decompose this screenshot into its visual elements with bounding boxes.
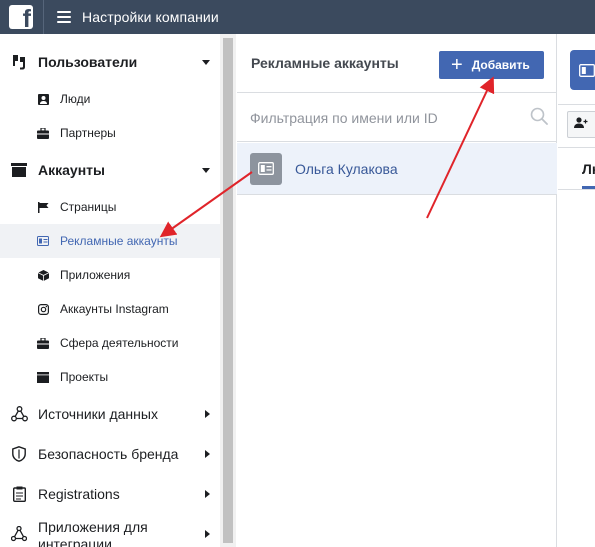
tab-people[interactable]: Лю xyxy=(582,161,595,177)
chevron-right-icon xyxy=(205,490,210,498)
sidebar: Пользователи Люди Партнеры Аккаунты Стра… xyxy=(0,34,220,547)
chevron-right-icon xyxy=(205,410,210,418)
sidebar-item-business-field[interactable]: Сфера деятельности xyxy=(0,326,220,360)
sidebar-item-apps[interactable]: Приложения xyxy=(0,258,220,292)
sidebar-group-label: Registrations xyxy=(38,486,120,502)
sidebar-item-label: Партнеры xyxy=(60,126,116,140)
filter-input[interactable] xyxy=(250,106,520,130)
chevron-down-icon xyxy=(202,167,210,173)
folder-icon xyxy=(9,163,29,177)
sidebar-group-label-line2: интеграции xyxy=(38,535,112,547)
facebook-logo-letter: f xyxy=(22,5,31,30)
shield-icon xyxy=(9,446,29,462)
panel-header: Рекламные аккаунты + Добавить xyxy=(237,34,557,93)
divider xyxy=(558,189,595,190)
add-button[interactable]: + Добавить xyxy=(439,51,544,79)
sidebar-item-label: Приложения xyxy=(60,268,131,282)
sidebar-item-label: Рекламные аккаунты xyxy=(60,234,178,248)
top-bar-divider xyxy=(43,0,44,34)
account-avatar xyxy=(570,50,595,90)
search-icon[interactable] xyxy=(530,107,548,130)
panel-title: Рекламные аккаунты xyxy=(251,55,399,71)
sidebar-item-pages[interactable]: Страницы xyxy=(0,190,220,224)
briefcase-icon xyxy=(37,337,49,349)
top-bar: f Настройки компании xyxy=(0,0,595,34)
sidebar-item-partners[interactable]: Партнеры xyxy=(0,116,220,150)
chevron-right-icon xyxy=(205,530,210,538)
facebook-logo[interactable]: f xyxy=(9,5,33,29)
sidebar-item-label: Проекты xyxy=(60,370,109,384)
divider xyxy=(558,104,595,105)
sidebar-item-instagram[interactable]: Аккаунты Instagram xyxy=(0,292,220,326)
filter-bar xyxy=(237,94,557,142)
briefcase-icon xyxy=(37,127,49,139)
cube-icon xyxy=(37,269,49,281)
sidebar-group-data-sources[interactable]: Источники данных xyxy=(0,394,220,434)
divider xyxy=(558,147,595,148)
person-icon xyxy=(37,93,49,105)
sidebar-section-label: Пользователи xyxy=(38,54,138,70)
sidebar-item-people[interactable]: Люди xyxy=(0,82,220,116)
menu-icon[interactable] xyxy=(57,11,71,23)
instagram-icon xyxy=(37,303,49,315)
assign-people-button[interactable] xyxy=(567,111,595,138)
add-person-icon xyxy=(574,116,588,134)
sidebar-group-label: Безопасность бренда xyxy=(38,446,179,462)
page-title: Настройки компании xyxy=(82,9,219,25)
ad-accounts-panel: Рекламные аккаунты + Добавить Ольга Кула… xyxy=(237,34,557,547)
sidebar-item-label: Страницы xyxy=(60,200,117,214)
clipboard-icon xyxy=(9,486,29,502)
plus-icon: + xyxy=(451,54,463,76)
sidebar-item-ad-accounts[interactable]: Рекламные аккаунты xyxy=(0,224,220,258)
sidebar-group-integration-apps[interactable]: Приложения для интеграции xyxy=(0,514,220,547)
sidebar-group-registrations[interactable]: Registrations xyxy=(0,474,220,514)
ad-account-icon xyxy=(37,236,49,246)
chevron-right-icon xyxy=(205,450,210,458)
sidebar-section-label: Аккаунты xyxy=(38,162,105,178)
sidebar-section-users[interactable]: Пользователи xyxy=(0,42,220,82)
sidebar-item-label: Аккаунты Instagram xyxy=(60,302,169,316)
detail-panel: Лю xyxy=(558,34,595,547)
sidebar-group-label: Источники данных xyxy=(38,406,158,422)
chevron-down-icon xyxy=(202,59,210,65)
sidebar-group-label: Приложения для интеграции xyxy=(38,519,148,547)
sidebar-item-label: Сфера деятельности xyxy=(60,336,179,350)
sidebar-scrollbar-thumb[interactable] xyxy=(223,38,233,543)
ad-account-icon xyxy=(250,152,282,185)
account-row[interactable]: Ольга Кулакова xyxy=(237,143,557,195)
sidebar-group-label-line1: Приложения для xyxy=(38,518,148,535)
flag-icon xyxy=(37,201,49,213)
sidebar-item-projects[interactable]: Проекты xyxy=(0,360,220,394)
users-icon xyxy=(9,54,29,70)
sidebar-section-accounts[interactable]: Аккаунты xyxy=(0,150,220,190)
data-sources-icon xyxy=(9,406,29,422)
sidebar-group-brand-safety[interactable]: Безопасность бренда xyxy=(0,434,220,474)
account-name: Ольга Кулакова xyxy=(295,160,398,177)
sidebar-item-label: Люди xyxy=(60,92,91,106)
integration-icon xyxy=(9,526,29,542)
folder-icon xyxy=(37,371,49,383)
sidebar-scrollbar[interactable] xyxy=(220,34,236,547)
add-button-label: Добавить xyxy=(471,58,530,72)
